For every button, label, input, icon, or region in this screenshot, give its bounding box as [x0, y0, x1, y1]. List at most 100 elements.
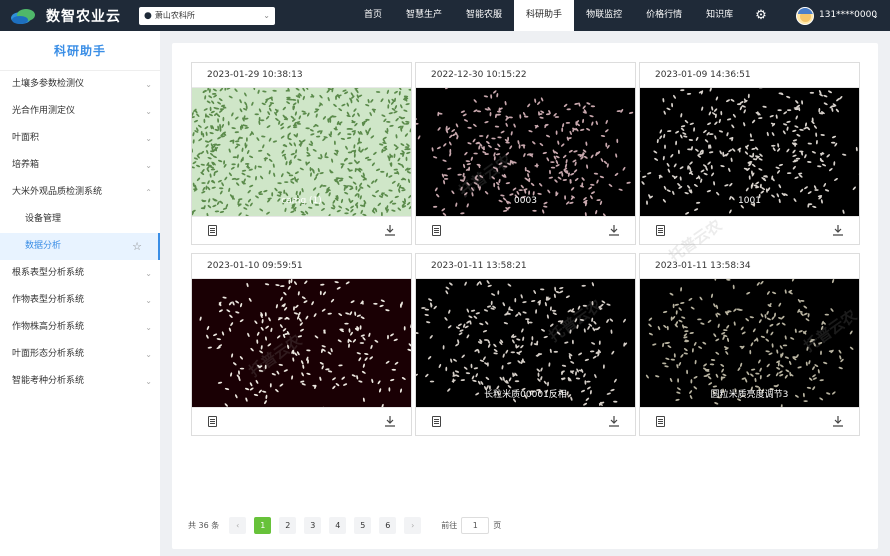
document-icon[interactable]	[656, 225, 665, 236]
download-icon[interactable]	[608, 224, 620, 237]
download-icon[interactable]	[832, 415, 844, 428]
logo[interactable]: 数智农业云	[10, 6, 130, 26]
location-select[interactable]: ● 萧山农科所 ⌄	[139, 6, 275, 25]
location-value: 萧山农科所	[154, 11, 195, 20]
sidebar-item-label: 作物表型分析系统	[12, 295, 85, 305]
avatar[interactable]	[796, 7, 814, 25]
page-button[interactable]: 4	[329, 516, 347, 534]
chevron-down-icon[interactable]: ⌄	[872, 0, 879, 31]
document-icon[interactable]	[208, 416, 217, 427]
main-panel: 2023-01-29 10:38:13 camg (1) 2022-12-30 …	[172, 43, 878, 549]
card-timestamp: 2023-01-09 14:36:51	[640, 63, 859, 88]
goto-page-input[interactable]: 1	[461, 516, 490, 534]
card-footer	[416, 407, 635, 435]
grain-image	[192, 279, 411, 407]
chevron-down-icon: ⌄	[145, 377, 152, 386]
result-card[interactable]: 2023-01-09 14:36:51 1001	[639, 62, 860, 245]
sidebar-item-soil-detector[interactable]: 土壤多参数检测仪 ⌄	[0, 71, 160, 98]
chevron-up-icon: ⌃	[145, 188, 152, 197]
document-icon[interactable]	[432, 225, 441, 236]
chevron-down-icon: ⌄	[145, 323, 152, 332]
sidebar-item-incubator[interactable]: 培养箱 ⌄	[0, 152, 160, 179]
nav-item-smart-service[interactable]: 智能农服	[454, 0, 514, 31]
card-footer	[640, 407, 859, 435]
sidebar-item-label: 根系表型分析系统	[12, 268, 85, 278]
sidebar-item-seed-test[interactable]: 智能考种分析系统 ⌄	[0, 368, 160, 395]
document-icon[interactable]	[208, 225, 217, 236]
sidebar-item-rice-quality[interactable]: 大米外观品质检测系统 ⌃	[0, 179, 160, 206]
result-card[interactable]: 2023-01-11 13:58:21 长粒米质00001反相	[415, 253, 636, 436]
next-page-button[interactable]: ›	[404, 516, 422, 534]
result-card[interactable]: 2022-12-30 10:15:22 0003	[415, 62, 636, 245]
main-nav: 首页 智慧生产 智能农服 科研助手 物联监控 价格行情 知识库	[352, 0, 745, 31]
card-image[interactable]: camg (1)	[192, 88, 411, 216]
card-timestamp: 2023-01-11 13:58:34	[640, 254, 859, 279]
chevron-down-icon: ⌄	[145, 107, 152, 116]
card-footer	[192, 407, 411, 435]
page-button[interactable]: 3	[304, 516, 322, 534]
chevron-down-icon: ⌄	[145, 134, 152, 143]
download-icon[interactable]	[608, 415, 620, 428]
card-caption: 0003	[514, 196, 537, 206]
gear-icon[interactable]: ⚙	[754, 9, 768, 23]
nav-item-research-assistant[interactable]: 科研助手	[514, 0, 575, 31]
sidebar-item-label: 光合作用测定仪	[12, 106, 76, 116]
nav-item-price-market[interactable]: 价格行情	[634, 0, 694, 31]
result-card[interactable]: 2023-01-10 09:59:51	[191, 253, 412, 436]
app-title: 数智农业云	[46, 8, 121, 25]
sidebar-item-label: 叶面积	[12, 133, 40, 143]
document-icon[interactable]	[656, 416, 665, 427]
card-image[interactable]: 圆粒米质亮度调节3	[640, 279, 859, 407]
nav-item-iot-monitor[interactable]: 物联监控	[574, 0, 634, 31]
sidebar-item-plant-height[interactable]: 作物株高分析系统 ⌄	[0, 314, 160, 341]
document-icon[interactable]	[432, 416, 441, 427]
card-timestamp: 2023-01-11 13:58:21	[416, 254, 635, 279]
sidebar-item-label: 土壤多参数检测仪	[12, 79, 85, 89]
star-icon[interactable]: ☆	[132, 233, 142, 260]
download-icon[interactable]	[384, 415, 396, 428]
prev-page-button[interactable]: ‹	[229, 516, 247, 534]
page-unit-label: 页	[493, 520, 502, 530]
card-caption: 1001	[738, 196, 761, 206]
card-caption: 圆粒米质亮度调节3	[710, 390, 789, 400]
sidebar-item-leaf-area[interactable]: 叶面积 ⌄	[0, 125, 160, 152]
download-icon[interactable]	[384, 224, 396, 237]
card-image[interactable]	[192, 279, 411, 407]
card-image[interactable]: 1001	[640, 88, 859, 216]
pagination: 共 36 条 ‹ 1 2 3 4 5 6 › 前往 1 页	[188, 516, 501, 534]
sidebar-item-photosynthesis[interactable]: 光合作用测定仪 ⌄	[0, 98, 160, 125]
pagination-total: 共 36 条	[188, 520, 220, 530]
top-bar: 数智农业云 ● 萧山农科所 ⌄ 首页 智慧生产 智能农服 科研助手 物联监控 价…	[0, 0, 890, 31]
sidebar-subitem-device-management[interactable]: 设备管理	[0, 206, 160, 233]
sidebar-item-root-phenotype[interactable]: 根系表型分析系统 ⌄	[0, 260, 160, 287]
nav-item-knowledge-base[interactable]: 知识库	[694, 0, 745, 31]
chevron-down-icon: ⌄	[263, 11, 270, 20]
card-footer	[416, 216, 635, 244]
page-button[interactable]: 6	[379, 516, 397, 534]
sidebar-item-crop-phenotype[interactable]: 作物表型分析系统 ⌄	[0, 287, 160, 314]
page-button[interactable]: 1	[254, 516, 272, 534]
chevron-down-icon: ⌄	[145, 269, 152, 278]
card-caption: camg (1)	[281, 196, 322, 206]
sidebar-item-label: 数据分析	[25, 241, 62, 251]
download-icon[interactable]	[832, 224, 844, 237]
sidebar-item-label: 作物株高分析系统	[12, 322, 85, 332]
sidebar-title: 科研助手	[0, 31, 160, 71]
sidebar-item-label: 培养箱	[12, 160, 40, 170]
nav-item-smart-production[interactable]: 智慧生产	[394, 0, 454, 31]
user-phone[interactable]: 131****0000	[819, 0, 877, 31]
sidebar-item-label: 智能考种分析系统	[12, 376, 85, 386]
cloud-logo-icon	[11, 8, 35, 24]
result-card[interactable]: 2023-01-29 10:38:13 camg (1)	[191, 62, 412, 245]
result-card[interactable]: 2023-01-11 13:58:34 圆粒米质亮度调节3	[639, 253, 860, 436]
card-image[interactable]: 长粒米质00001反相	[416, 279, 635, 407]
page-button[interactable]: 5	[354, 516, 372, 534]
sidebar-subitem-data-analysis[interactable]: 数据分析 ☆	[0, 233, 160, 260]
nav-item-home[interactable]: 首页	[352, 0, 394, 31]
card-image[interactable]: 0003	[416, 88, 635, 216]
card-footer	[192, 216, 411, 244]
card-caption: 长粒米质00001反相	[484, 390, 567, 400]
sidebar-item-leaf-morphology[interactable]: 叶面形态分析系统 ⌄	[0, 341, 160, 368]
page-button[interactable]: 2	[279, 516, 297, 534]
chevron-down-icon: ⌄	[145, 80, 152, 89]
